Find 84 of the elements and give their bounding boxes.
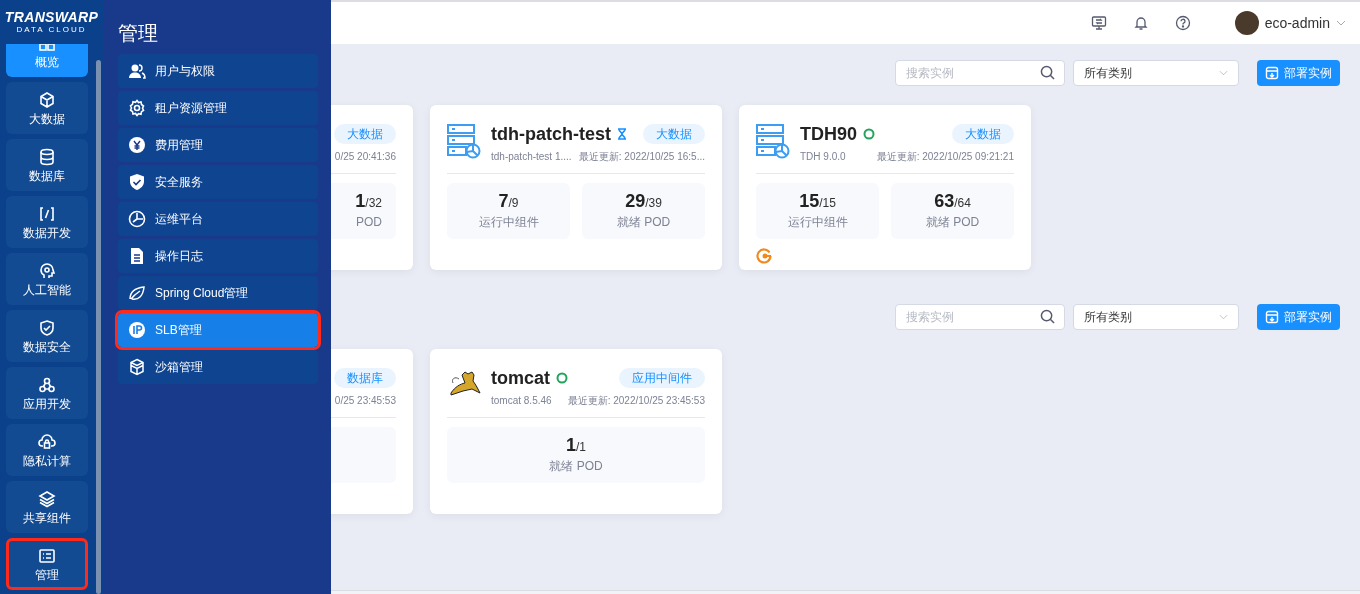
update-time: 最近更新: 2022/10/25 16:5... xyxy=(578,150,705,164)
ip-icon xyxy=(128,321,146,339)
users-icon xyxy=(128,62,146,80)
stat-value: 15/15 xyxy=(799,191,836,210)
menu-item[interactable]: Spring Cloud管理 xyxy=(118,276,318,310)
document-icon xyxy=(128,247,146,265)
search-field[interactable]: 搜索实例 xyxy=(895,60,1065,86)
stat-value: 1/32 xyxy=(355,191,382,210)
category-tag: 大数据 xyxy=(952,124,1014,144)
stat-label: POD xyxy=(356,213,382,231)
menu-item[interactable]: 租户资源管理 xyxy=(118,91,318,125)
logo-tagline: DATA CLOUD xyxy=(16,26,87,34)
category-tag: 大数据 xyxy=(643,124,705,144)
stat-label: 运行中组件 xyxy=(478,213,539,231)
settings-icon xyxy=(128,99,146,117)
chevron-down-icon xyxy=(1219,314,1228,320)
update-time: 0/25 23:45:53 xyxy=(334,394,396,408)
server-icon xyxy=(447,123,481,159)
scrollbar[interactable] xyxy=(96,60,101,594)
archive-icon xyxy=(1265,310,1279,324)
server-icon xyxy=(756,123,790,159)
update-time: 最近更新: 2022/10/25 23:45:53 xyxy=(567,394,705,408)
menu-item[interactable]: 操作日志 xyxy=(118,239,318,273)
rail-item[interactable]: 共享组件 xyxy=(6,481,88,533)
rail-item[interactable]: 人工智能 xyxy=(6,253,88,305)
logo-wordmark: TRANSWARP xyxy=(4,10,99,24)
version-text: TDH 9.0.0 xyxy=(800,150,846,164)
menu-item[interactable]: 沙箱管理 xyxy=(118,350,318,384)
help-icon[interactable] xyxy=(1174,15,1191,31)
nodes-icon xyxy=(38,375,56,394)
cloud-lock-icon xyxy=(38,432,56,451)
stat-label: 就绪 POD xyxy=(549,457,603,475)
menu-item[interactable]: 用户与权限 xyxy=(118,54,318,88)
stat-value: 1/1 xyxy=(566,435,586,454)
stat-label: 就绪 POD xyxy=(616,213,671,231)
category-tag: 数据库 xyxy=(334,368,396,388)
layers-icon xyxy=(38,489,56,508)
monitor-icon[interactable] xyxy=(1090,15,1107,31)
rail-item[interactable]: 隐私计算 xyxy=(6,424,88,476)
menu-item[interactable]: 费用管理 xyxy=(118,128,318,162)
search-field[interactable]: 搜索实例 xyxy=(895,304,1065,330)
database-icon xyxy=(38,147,56,166)
user-name[interactable]: eco-admin xyxy=(1264,12,1330,34)
avatar[interactable] xyxy=(1234,11,1259,35)
update-time: 0/25 20:41:36 xyxy=(334,150,396,164)
category-tag: 应用中间件 xyxy=(619,368,705,388)
archive-icon xyxy=(1265,66,1279,80)
instance-title[interactable]: TDH90 xyxy=(800,125,857,143)
stat-value: 63/64 xyxy=(934,191,971,210)
menu-title: 管理 xyxy=(118,21,159,46)
stat-value: 29/39 xyxy=(625,191,662,210)
version-text: tomcat 8.5.46 xyxy=(491,394,552,408)
box-icon xyxy=(128,358,146,376)
category-tag: 大数据 xyxy=(334,124,396,144)
head-icon xyxy=(38,261,56,280)
rail-item[interactable]: 大数据 xyxy=(6,82,88,134)
category-select[interactable]: 所有类别 xyxy=(1073,60,1239,86)
code-icon xyxy=(38,204,56,223)
rail-item[interactable]: 数据安全 xyxy=(6,310,88,362)
rail-item[interactable]: 数据库 xyxy=(6,139,88,191)
rail-item[interactable]: 数据开发 xyxy=(6,196,88,248)
yen-icon xyxy=(128,136,146,154)
rail-item[interactable]: 管理 xyxy=(6,538,88,590)
instance-title[interactable]: tdh-patch-test xyxy=(491,125,611,143)
menu-item[interactable]: 安全服务 xyxy=(118,165,318,199)
chevron-down-icon xyxy=(1219,70,1228,76)
search-icon[interactable] xyxy=(1040,65,1055,80)
category-select[interactable]: 所有类别 xyxy=(1073,304,1239,330)
bell-icon[interactable] xyxy=(1132,15,1149,31)
shield-check-icon xyxy=(128,173,146,191)
search-icon[interactable] xyxy=(1040,309,1055,324)
stat-label: 就绪 POD xyxy=(925,213,980,231)
list-card-icon xyxy=(38,546,56,565)
stat-value: 7/9 xyxy=(498,191,519,210)
version-text: tdh-patch-test 1.... xyxy=(491,150,572,164)
instance-title[interactable]: tomcat xyxy=(491,369,550,387)
menu-item[interactable]: SLB管理 xyxy=(118,313,318,347)
shield-icon xyxy=(38,318,56,337)
leaf-icon xyxy=(128,284,146,302)
cube-icon xyxy=(38,90,56,109)
update-time: 最近更新: 2022/10/25 09:21:21 xyxy=(876,150,1014,164)
stat-label: 运行中组件 xyxy=(787,213,848,231)
menu-item[interactable]: 运维平台 xyxy=(118,202,318,236)
rail-item[interactable]: 应用开发 xyxy=(6,367,88,419)
